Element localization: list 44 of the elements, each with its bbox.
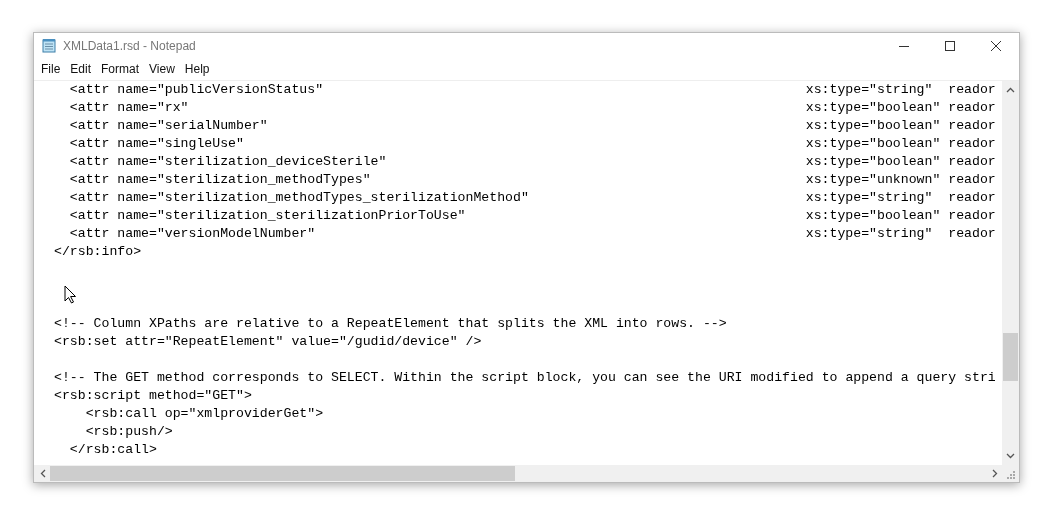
code-line: <rsb:push/> bbox=[84, 423, 173, 441]
code-line: <!-- The GET method corresponds to SELECT. Within the script block, you can see the URI modified to append a query stri bbox=[54, 369, 996, 387]
scroll-down-icon[interactable] bbox=[1006, 453, 1015, 459]
code-line: xs:type="string" reador bbox=[805, 189, 996, 207]
scroll-thumb[interactable] bbox=[1003, 333, 1018, 381]
code-line: <attr name="publicVersionStatus" bbox=[68, 82, 324, 97]
code-line: <attr name="versionModelNumber" bbox=[68, 226, 316, 241]
code-line: <!-- Column XPaths are relative to a RepeatElement that splits the XML into rows. --> bbox=[54, 315, 727, 333]
code-line: xs:type="boolean" reador bbox=[805, 135, 996, 153]
maximize-icon bbox=[945, 40, 955, 51]
code-line: <attr name="sterilization_sterilizationPriorToUse" bbox=[68, 208, 466, 223]
code-line: <rsb:script method="GET"> bbox=[54, 387, 252, 405]
scroll-right-icon[interactable] bbox=[992, 469, 998, 478]
code-line: <attr name="rx" bbox=[68, 100, 189, 115]
scroll-up-icon[interactable] bbox=[1006, 87, 1015, 93]
code-line: </rsb:call> bbox=[68, 441, 157, 459]
code-line: <attr name="serialNumber" bbox=[68, 118, 268, 133]
code-line: xs:type="boolean" reador bbox=[805, 99, 996, 117]
code-line: <attr name="sterilization_deviceSterile" bbox=[68, 154, 387, 169]
mouse-pointer-icon bbox=[64, 285, 77, 304]
menu-item[interactable]: Format bbox=[96, 62, 145, 76]
code-line: <attr name="singleUse" bbox=[68, 136, 244, 151]
close-icon bbox=[991, 40, 1001, 51]
menu-item[interactable]: Edit bbox=[65, 62, 97, 76]
scroll-thumb[interactable] bbox=[50, 466, 515, 481]
code-line: xs:type="string" reador bbox=[805, 225, 996, 243]
menu-item[interactable]: View bbox=[144, 62, 180, 76]
code-line: <rsb:set attr="RepeatElement" value="/gudid/device" /> bbox=[54, 333, 482, 351]
code-line: <attr name="sterilization_methodTypes" bbox=[68, 172, 371, 187]
code-line: xs:type="boolean" reador bbox=[805, 207, 996, 225]
resize-grip-icon[interactable] bbox=[1007, 471, 1015, 479]
code-line: xs:type="unknown" reador bbox=[805, 171, 996, 189]
code-line: xs:type="string" reador bbox=[805, 81, 996, 99]
notepad-icon bbox=[42, 38, 57, 53]
menu-item[interactable]: Help bbox=[179, 62, 215, 76]
code-line: xs:type="boolean" reador bbox=[805, 153, 996, 171]
scroll-left-icon[interactable] bbox=[40, 469, 46, 478]
menu-item[interactable]: File bbox=[36, 62, 66, 76]
code-line: <rsb:call op="xmlproviderGet"> bbox=[84, 405, 324, 423]
code-line: </rsb:info> bbox=[54, 243, 142, 261]
window-title: XMLData1.rsd - Notepad bbox=[63, 38, 196, 53]
vertical-scrollbar[interactable] bbox=[1002, 81, 1019, 465]
code-line: <attr name="sterilization_methodTypes_sterilizationMethod" bbox=[68, 190, 529, 205]
code-line: xs:type="boolean" reador bbox=[805, 117, 996, 135]
